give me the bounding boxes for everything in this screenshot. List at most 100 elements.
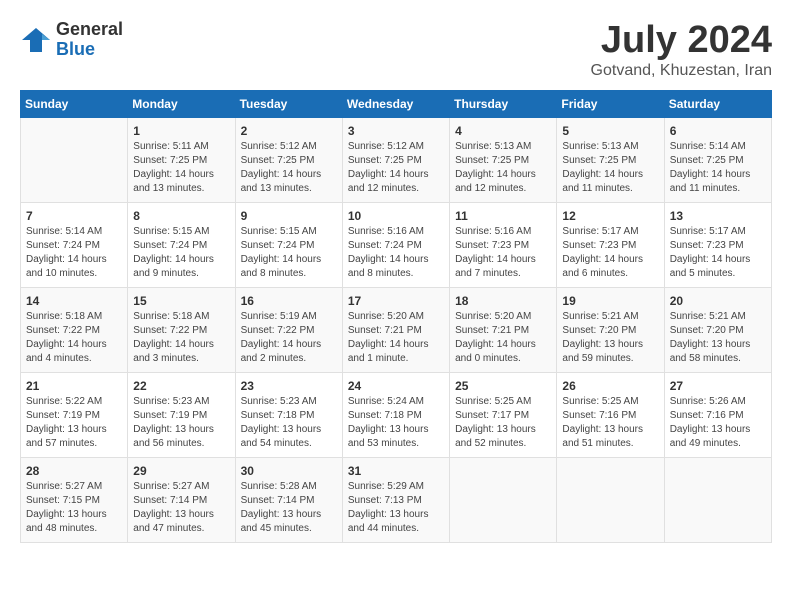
header-cell-thursday: Thursday [450, 90, 557, 117]
calendar-cell [450, 457, 557, 542]
calendar-cell: 7 Sunrise: 5:14 AM Sunset: 7:24 PM Daylig… [21, 202, 128, 287]
calendar-cell: 3Sunrise: 5:12 AM Sunset: 7:25 PM Daylig… [342, 117, 449, 202]
calendar-cell: 8 Sunrise: 5:15 AM Sunset: 7:24 PM Daylig… [128, 202, 235, 287]
calendar-cell: 28 Sunrise: 5:27 AM Sunset: 7:15 PM Dayli… [21, 457, 128, 542]
calendar-cell: 13Sunrise: 5:17 AM Sunset: 7:23 PM Dayli… [664, 202, 771, 287]
day-number: 27 [670, 379, 766, 393]
title-section: July 2024 Gotvand, Khuzestan, Iran [591, 20, 772, 80]
calendar-week-3: 14 Sunrise: 5:18 AM Sunset: 7:22 PM Dayli… [21, 287, 772, 372]
calendar-cell: 15 Sunrise: 5:18 AM Sunset: 7:22 PM Dayli… [128, 287, 235, 372]
day-number: 26 [562, 379, 658, 393]
day-info: Sunrise: 5:15 AM Sunset: 7:24 PM Dayligh… [241, 225, 337, 281]
day-number: 25 [455, 379, 551, 393]
day-info: Sunrise: 5:23 AM Sunset: 7:19 PM Dayligh… [133, 395, 229, 451]
calendar-cell: 20Sunrise: 5:21 AM Sunset: 7:20 PM Dayli… [664, 287, 771, 372]
day-info: Sunrise: 5:20 AM Sunset: 7:21 PM Dayligh… [455, 310, 551, 366]
day-info: Sunrise: 5:25 AM Sunset: 7:16 PM Dayligh… [562, 395, 658, 451]
day-info: Sunrise: 5:28 AM Sunset: 7:14 PM Dayligh… [241, 480, 337, 536]
day-info: Sunrise: 5:22 AM Sunset: 7:19 PM Dayligh… [26, 395, 122, 451]
calendar-cell: 23Sunrise: 5:23 AM Sunset: 7:18 PM Dayli… [235, 372, 342, 457]
calendar-week-5: 28 Sunrise: 5:27 AM Sunset: 7:15 PM Dayli… [21, 457, 772, 542]
day-number: 13 [670, 209, 766, 223]
day-number: 17 [348, 294, 444, 308]
calendar-cell: 6Sunrise: 5:14 AM Sunset: 7:25 PM Daylig… [664, 117, 771, 202]
day-info: Sunrise: 5:12 AM Sunset: 7:25 PM Dayligh… [348, 140, 444, 196]
logo-text-blue: Blue [56, 40, 123, 60]
calendar-cell: 17 Sunrise: 5:20 AM Sunset: 7:21 PM Dayli… [342, 287, 449, 372]
calendar-cell [664, 457, 771, 542]
day-number: 4 [455, 124, 551, 138]
calendar-cell: 19 Sunrise: 5:21 AM Sunset: 7:20 PM Dayli… [557, 287, 664, 372]
logo: General Blue [20, 20, 123, 60]
day-number: 23 [241, 379, 337, 393]
day-info: Sunrise: 5:16 AM Sunset: 7:23 PM Dayligh… [455, 225, 551, 281]
header-cell-tuesday: Tuesday [235, 90, 342, 117]
day-number: 19 [562, 294, 658, 308]
header-cell-sunday: Sunday [21, 90, 128, 117]
day-number: 24 [348, 379, 444, 393]
calendar-cell: 11 Sunrise: 5:16 AM Sunset: 7:23 PM Dayli… [450, 202, 557, 287]
logo-text-general: General [56, 20, 123, 40]
day-number: 18 [455, 294, 551, 308]
day-number: 8 [133, 209, 229, 223]
month-title: July 2024 [591, 20, 772, 62]
calendar-cell: 31Sunrise: 5:29 AM Sunset: 7:13 PM Dayli… [342, 457, 449, 542]
calendar-cell: 18 Sunrise: 5:20 AM Sunset: 7:21 PM Dayli… [450, 287, 557, 372]
day-info: Sunrise: 5:18 AM Sunset: 7:22 PM Dayligh… [133, 310, 229, 366]
day-info: Sunrise: 5:11 AM Sunset: 7:25 PM Dayligh… [133, 140, 229, 196]
day-number: 10 [348, 209, 444, 223]
day-number: 14 [26, 294, 122, 308]
day-number: 22 [133, 379, 229, 393]
header-cell-friday: Friday [557, 90, 664, 117]
day-info: Sunrise: 5:24 AM Sunset: 7:18 PM Dayligh… [348, 395, 444, 451]
day-info: Sunrise: 5:26 AM Sunset: 7:16 PM Dayligh… [670, 395, 766, 451]
day-number: 21 [26, 379, 122, 393]
day-number: 30 [241, 464, 337, 478]
calendar-cell: 25 Sunrise: 5:25 AM Sunset: 7:17 PM Dayli… [450, 372, 557, 457]
header-cell-saturday: Saturday [664, 90, 771, 117]
header-cell-monday: Monday [128, 90, 235, 117]
day-number: 16 [241, 294, 337, 308]
day-info: Sunrise: 5:27 AM Sunset: 7:15 PM Dayligh… [26, 480, 122, 536]
calendar-header: SundayMondayTuesdayWednesdayThursdayFrid… [21, 90, 772, 117]
day-info: Sunrise: 5:25 AM Sunset: 7:17 PM Dayligh… [455, 395, 551, 451]
calendar-cell: 1 Sunrise: 5:11 AM Sunset: 7:25 PM Daylig… [128, 117, 235, 202]
calendar-cell: 10Sunrise: 5:16 AM Sunset: 7:24 PM Dayli… [342, 202, 449, 287]
day-number: 1 [133, 124, 229, 138]
calendar-cell: 16 Sunrise: 5:19 AM Sunset: 7:22 PM Dayli… [235, 287, 342, 372]
day-number: 7 [26, 209, 122, 223]
calendar-week-1: 1 Sunrise: 5:11 AM Sunset: 7:25 PM Daylig… [21, 117, 772, 202]
calendar-cell: 2Sunrise: 5:12 AM Sunset: 7:25 PM Daylig… [235, 117, 342, 202]
location-subtitle: Gotvand, Khuzestan, Iran [591, 62, 772, 80]
day-number: 15 [133, 294, 229, 308]
calendar-week-4: 21 Sunrise: 5:22 AM Sunset: 7:19 PM Dayli… [21, 372, 772, 457]
day-info: Sunrise: 5:21 AM Sunset: 7:20 PM Dayligh… [562, 310, 658, 366]
page-header: General Blue July 2024 Gotvand, Khuzesta… [20, 20, 772, 80]
day-info: Sunrise: 5:13 AM Sunset: 7:25 PM Dayligh… [562, 140, 658, 196]
calendar-cell: 22 Sunrise: 5:23 AM Sunset: 7:19 PM Dayli… [128, 372, 235, 457]
day-number: 29 [133, 464, 229, 478]
day-number: 6 [670, 124, 766, 138]
calendar-body: 1 Sunrise: 5:11 AM Sunset: 7:25 PM Daylig… [21, 117, 772, 542]
logo-icon [20, 26, 52, 54]
calendar-cell: 5 Sunrise: 5:13 AM Sunset: 7:25 PM Daylig… [557, 117, 664, 202]
calendar-cell: 9Sunrise: 5:15 AM Sunset: 7:24 PM Daylig… [235, 202, 342, 287]
day-number: 20 [670, 294, 766, 308]
day-number: 28 [26, 464, 122, 478]
day-info: Sunrise: 5:17 AM Sunset: 7:23 PM Dayligh… [562, 225, 658, 281]
calendar-table: SundayMondayTuesdayWednesdayThursdayFrid… [20, 90, 772, 543]
header-cell-wednesday: Wednesday [342, 90, 449, 117]
day-number: 5 [562, 124, 658, 138]
day-info: Sunrise: 5:14 AM Sunset: 7:24 PM Dayligh… [26, 225, 122, 281]
calendar-cell: 14Sunrise: 5:18 AM Sunset: 7:22 PM Dayli… [21, 287, 128, 372]
calendar-cell: 29Sunrise: 5:27 AM Sunset: 7:14 PM Dayli… [128, 457, 235, 542]
day-info: Sunrise: 5:15 AM Sunset: 7:24 PM Dayligh… [133, 225, 229, 281]
calendar-cell [21, 117, 128, 202]
day-info: Sunrise: 5:20 AM Sunset: 7:21 PM Dayligh… [348, 310, 444, 366]
calendar-cell: 21 Sunrise: 5:22 AM Sunset: 7:19 PM Dayli… [21, 372, 128, 457]
calendar-cell: 27 Sunrise: 5:26 AM Sunset: 7:16 PM Dayli… [664, 372, 771, 457]
day-info: Sunrise: 5:29 AM Sunset: 7:13 PM Dayligh… [348, 480, 444, 536]
day-info: Sunrise: 5:19 AM Sunset: 7:22 PM Dayligh… [241, 310, 337, 366]
day-number: 11 [455, 209, 551, 223]
calendar-cell: 4Sunrise: 5:13 AM Sunset: 7:25 PM Daylig… [450, 117, 557, 202]
